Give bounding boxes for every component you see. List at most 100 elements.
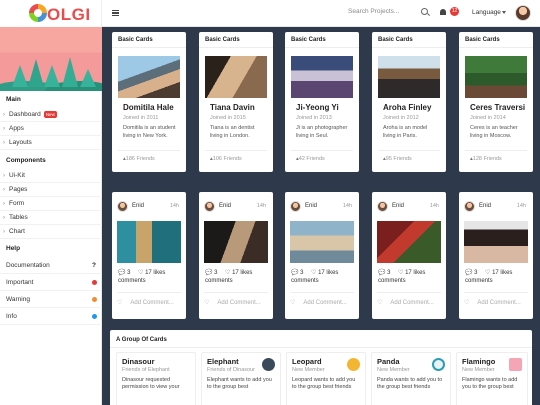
add-comment-input[interactable]: ♡ Add Comment... <box>377 292 441 306</box>
avatar[interactable] <box>464 201 475 212</box>
user-avatar[interactable] <box>515 5 531 21</box>
profile-name: Ji-Yeong Yi <box>296 103 339 112</box>
like-count[interactable]: ♡ 17 likes <box>311 269 338 276</box>
search-input[interactable]: Search Projects... <box>348 8 420 19</box>
group-item-desc: Leopard wants to add you to the group be… <box>292 377 356 390</box>
like-count[interactable]: ♡ 17 likes <box>138 269 165 276</box>
heart-icon[interactable]: ♡ <box>117 300 122 306</box>
post-photo <box>290 221 354 263</box>
chevron-down-icon[interactable] <box>502 11 506 14</box>
add-comment-input[interactable]: ♡ Add Comment... <box>464 292 528 306</box>
profile-photo <box>378 56 440 98</box>
comments-label: comments <box>465 278 493 284</box>
group-item[interactable]: Panda New Member Panda wants to add you … <box>371 352 451 405</box>
profile-friends[interactable]: 186 Friends <box>118 150 180 162</box>
search-icon[interactable] <box>421 8 428 15</box>
sidebar-item-info[interactable]: Info <box>0 308 102 325</box>
chevron-right-icon: › <box>3 140 5 146</box>
like-count[interactable]: ♡ 17 likes <box>398 269 425 276</box>
sidebar-item-label: Ui-Kit <box>9 172 25 179</box>
logo[interactable]: OLGI <box>0 0 102 27</box>
heart-icon[interactable]: ♡ <box>290 300 295 306</box>
add-comment-input[interactable]: ♡ Add Comment... <box>117 292 181 306</box>
profile-photo <box>205 56 267 98</box>
sidebar-item-important[interactable]: Important <box>0 274 102 291</box>
heart-icon[interactable]: ♡ <box>377 300 382 306</box>
heart-icon[interactable]: ♡ <box>204 300 209 306</box>
chevron-right-icon: › <box>3 215 5 221</box>
profile-about: Tiana is an dentist living in London. <box>210 125 255 139</box>
profile-friends[interactable]: 128 Friends <box>465 150 527 162</box>
comment-count[interactable]: 💬 3 <box>291 269 304 276</box>
panda-icon <box>432 358 445 371</box>
sidebar-item-ui-kit[interactable]: › Ui-Kit <box>0 169 102 183</box>
bell-icon[interactable] <box>440 9 446 15</box>
heart-icon: ♡ <box>485 270 491 276</box>
elephant-icon <box>262 358 275 371</box>
heart-icon[interactable]: ♡ <box>464 300 469 306</box>
section-help: Help <box>6 245 21 252</box>
sidebar-item-label: Warning <box>6 296 30 303</box>
hamburger-icon[interactable] <box>112 10 119 16</box>
profile-joined: Joined in 2014 <box>470 115 506 121</box>
divider <box>110 347 532 348</box>
sidebar-item-apps[interactable]: › Apps <box>0 122 102 136</box>
sidebar-item-tables[interactable]: › Tables <box>0 211 102 225</box>
post-time: 14h <box>342 203 352 209</box>
profile-friends[interactable]: 106 Friends <box>205 150 267 162</box>
post-photo <box>377 221 441 263</box>
language-dropdown[interactable]: Language <box>472 9 501 16</box>
profile-friends[interactable]: 42 Friends <box>291 150 353 162</box>
avatar[interactable] <box>204 201 215 212</box>
sidebar-item-form[interactable]: › Form <box>0 197 102 211</box>
group-item[interactable]: Flamingo New Member Flamingo wants to ad… <box>456 352 528 405</box>
sidebar-item-label: Chart <box>9 228 25 235</box>
logo-mark-icon <box>29 4 47 22</box>
post-card: Enid 14h 💬 3 ♡ 17 likes comments ♡ Add Co… <box>285 192 359 319</box>
post-author[interactable]: Enid <box>219 203 231 209</box>
comment-count[interactable]: 💬 3 <box>465 269 478 276</box>
avatar[interactable] <box>117 201 128 212</box>
like-count[interactable]: ♡ 17 likes <box>225 269 252 276</box>
heart-icon: ♡ <box>138 270 144 276</box>
post-header: Enid 14h <box>464 200 526 214</box>
profile-friends[interactable]: 95 Friends <box>378 150 440 162</box>
avatar[interactable] <box>377 201 388 212</box>
group-item-name: Dinasour <box>122 357 155 366</box>
sidebar-item-pages[interactable]: › Pages <box>0 183 102 197</box>
comment-count[interactable]: 💬 3 <box>118 269 131 276</box>
status-dot-orange <box>92 297 97 302</box>
group-item[interactable]: Dinasour Friends of Elephant Dinasour re… <box>116 352 196 405</box>
chevron-right-icon: › <box>3 126 5 132</box>
comments-label: comments <box>205 278 233 284</box>
avatar[interactable] <box>290 201 301 212</box>
profile-name: Aroha Finley <box>383 103 432 112</box>
like-count[interactable]: ♡ 17 likes <box>485 269 512 276</box>
post-author[interactable]: Enid <box>479 203 491 209</box>
add-comment-input[interactable]: ♡ Add Comment... <box>204 292 268 306</box>
post-header: Enid 14h <box>204 200 266 214</box>
post-time: 14h <box>429 203 439 209</box>
top-bar: OLGI Search Projects... 12 Language <box>0 0 540 27</box>
post-author[interactable]: Enid <box>132 203 144 209</box>
comment-count[interactable]: 💬 3 <box>378 269 391 276</box>
sidebar-item-label: Important <box>6 279 34 286</box>
post-author[interactable]: Enid <box>392 203 404 209</box>
sidebar-item-dashboard[interactable]: › Dashboard New <box>0 108 102 122</box>
sidebar-item-warning[interactable]: Warning <box>0 291 102 308</box>
sidebar-item-documentation[interactable]: Documentation ? <box>0 257 102 274</box>
heart-icon: ♡ <box>398 270 404 276</box>
post-author[interactable]: Enid <box>305 203 317 209</box>
add-comment-input[interactable]: ♡ Add Comment... <box>290 292 354 306</box>
leopard-icon <box>347 358 360 371</box>
comment-icon: 💬 <box>378 270 386 276</box>
sidebar-item-layouts[interactable]: › Layouts <box>0 136 102 150</box>
group-item-desc: Dinasour requested permission to view yo… <box>122 377 180 390</box>
card-header: Basic Cards <box>199 32 273 48</box>
group-item[interactable]: Elephant Friends of Dinasour Elephant wa… <box>201 352 281 405</box>
group-item[interactable]: Leopard New Member Leopard wants to add … <box>286 352 366 405</box>
sidebar: Main › Dashboard New › Apps › Layouts Com… <box>0 27 102 405</box>
comment-count[interactable]: 💬 3 <box>205 269 218 276</box>
card-header: Basic Cards <box>112 32 186 48</box>
sidebar-item-chart[interactable]: › Chart <box>0 225 102 239</box>
